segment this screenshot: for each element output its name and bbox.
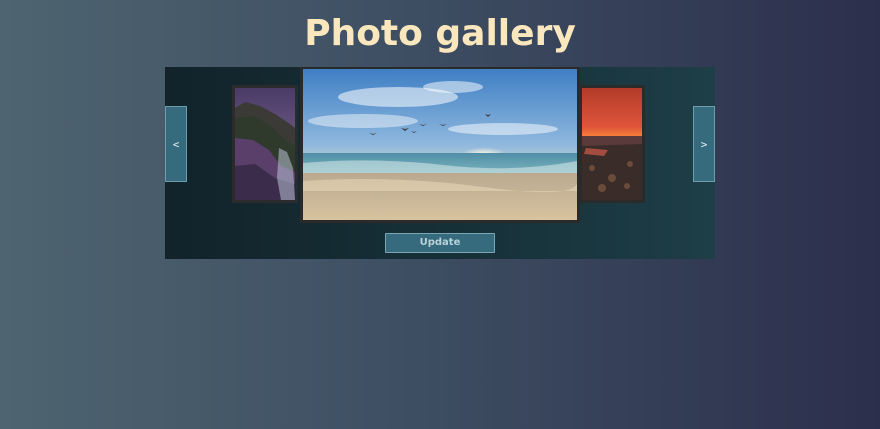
next-photo-thumbnail[interactable] [579, 85, 645, 203]
red-sunset-photo [582, 88, 642, 200]
next-button[interactable]: > [693, 106, 715, 182]
page-title: Photo gallery [304, 13, 576, 54]
cliff-coast-photo [235, 88, 295, 200]
current-photo[interactable] [300, 67, 580, 223]
previous-button[interactable]: < [165, 106, 187, 182]
update-button[interactable]: Update [385, 233, 495, 253]
beach-sunrise-photo [303, 69, 577, 220]
photo-gallery-panel: < > Update [165, 67, 715, 259]
previous-photo-thumbnail[interactable] [232, 85, 298, 203]
